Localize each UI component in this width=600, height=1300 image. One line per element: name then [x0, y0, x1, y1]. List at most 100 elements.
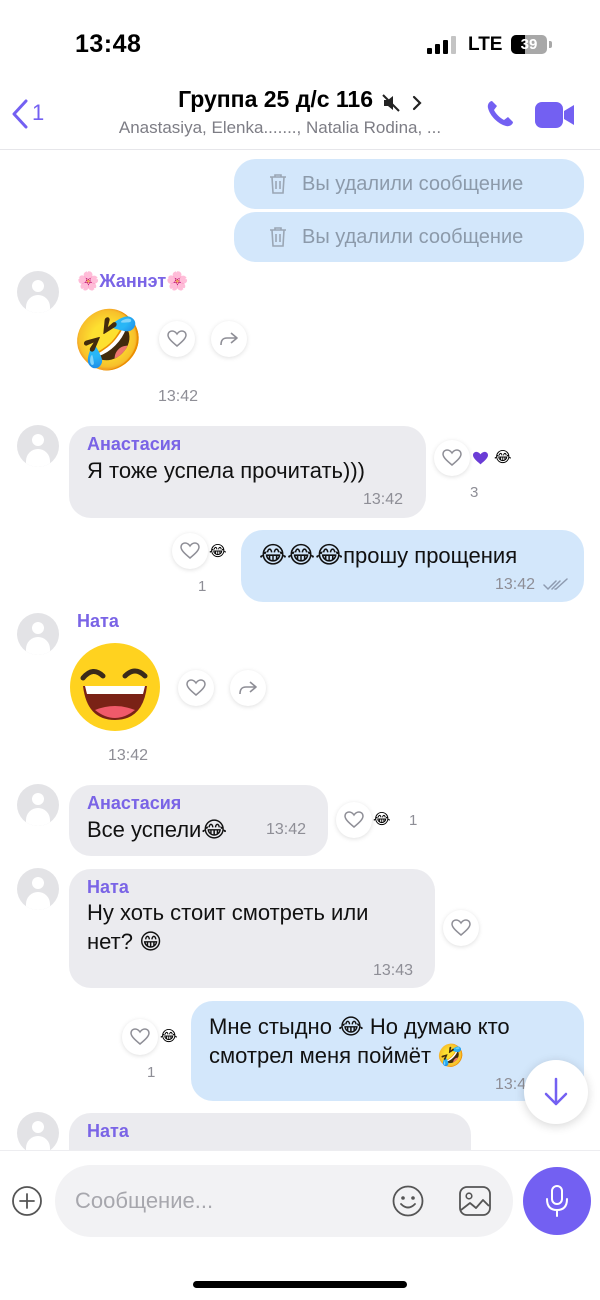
message-time: 13:42 [363, 491, 404, 508]
message-time: 13:43 [373, 962, 414, 979]
heart-icon [180, 542, 200, 559]
message-text: Я тоже успела прочитать))) [87, 458, 365, 483]
message-time: 13:4 [495, 1076, 527, 1093]
chevron-right-icon [412, 95, 422, 110]
message-text: Мне стыдно 😂 Но думаю кто [209, 1012, 510, 1041]
sticker[interactable]: 🤣 [72, 308, 144, 374]
avatar[interactable] [17, 425, 59, 467]
plus-icon [12, 1186, 42, 1216]
microphone-icon [546, 1185, 568, 1217]
avatar[interactable] [17, 868, 59, 910]
message-time: 13:42 [266, 821, 307, 838]
message-input-container[interactable] [55, 1165, 513, 1237]
message-text: нет? 😁 [87, 927, 162, 956]
voice-message-button[interactable] [523, 1167, 591, 1235]
reaction-count: 1 [198, 578, 207, 595]
video-camera-icon [535, 102, 574, 128]
reaction-count: 1 [147, 1064, 156, 1081]
gallery-icon [459, 1186, 491, 1216]
like-button[interactable] [443, 910, 479, 946]
reaction-count: 3 [470, 484, 479, 501]
message-text-content: нет? [87, 929, 133, 954]
partial-message-row: Ната [0, 1108, 600, 1150]
sender-name[interactable]: 🌸Жаннэт🌸 [77, 271, 189, 292]
incoming-message[interactable]: Ната [69, 1113, 471, 1150]
sender-name[interactable]: Ната [87, 877, 129, 898]
signal-strength-icon [427, 36, 457, 54]
deleted-message[interactable]: Вы удалили сообщение [234, 212, 584, 262]
message-emoji: 🤣 [437, 1043, 465, 1068]
message-time: 13:42 [495, 576, 536, 593]
phone-icon [487, 101, 513, 127]
sender-name[interactable]: Анастасия [87, 434, 181, 455]
message-emoji: 😂 [201, 817, 228, 842]
heart-icon [344, 811, 364, 828]
like-button[interactable] [172, 533, 208, 569]
message-text-content: смотрел меня поймёт [209, 1043, 432, 1068]
message-text-content: Но думаю кто [369, 1014, 510, 1039]
arrow-down-icon [544, 1077, 568, 1106]
chat-header: 1 Группа 25 д/с 116 Anastasiya, Elenka..… [0, 80, 600, 150]
status-time: 13:48 [75, 30, 142, 58]
like-button[interactable] [159, 321, 195, 357]
message-emoji: 😁 [139, 929, 163, 954]
like-button[interactable] [336, 802, 372, 838]
trash-icon [270, 174, 286, 194]
heart-icon [186, 679, 206, 696]
battery-tip [549, 41, 552, 48]
deleted-message-text: Вы удалили сообщение [302, 172, 524, 195]
battery-percent: 39 [520, 36, 538, 53]
forward-icon [239, 681, 257, 695]
attach-button[interactable] [11, 1185, 43, 1222]
message-input[interactable] [75, 1185, 375, 1217]
avatar[interactable] [17, 784, 59, 826]
battery-icon: 39 [511, 35, 547, 54]
gallery-button[interactable] [457, 1184, 493, 1223]
sticker-button[interactable] [391, 1184, 425, 1223]
mute-icon [382, 94, 401, 112]
message-emoji: 😂😂😂 [259, 542, 344, 569]
call-button[interactable] [484, 98, 516, 135]
forward-button[interactable] [211, 321, 247, 357]
like-button[interactable] [434, 440, 470, 476]
message-text-content: Все успели [87, 817, 202, 842]
reaction-emoji: 😂 [373, 811, 391, 828]
trash-icon [270, 227, 286, 247]
forward-button[interactable] [230, 670, 266, 706]
incoming-message[interactable]: Ната Ну хоть стоит смотреть или нет? 😁 1… [69, 869, 435, 988]
avatar[interactable] [17, 271, 59, 313]
forward-icon [220, 332, 238, 346]
message-text: 😂😂😂прошу прощения [259, 541, 517, 570]
heart-icon [442, 449, 462, 466]
message-text: Все успели😂 [87, 815, 227, 844]
incoming-message[interactable]: Анастасия Я тоже успела прочитать))) 13:… [69, 426, 426, 518]
message-composer [0, 1150, 600, 1300]
heart-icon [167, 330, 187, 347]
chat-participants: Anastasiya, Elenka......., Natalia Rodin… [118, 118, 442, 137]
status-bar: 13:48 LTE 39 [0, 0, 600, 80]
chat-title[interactable]: Группа 25 д/с 116 [178, 86, 373, 112]
message-text: смотрел меня поймёт 🤣 [209, 1041, 465, 1070]
deleted-message[interactable]: Вы удалили сообщение [234, 159, 584, 209]
video-call-button[interactable] [534, 100, 576, 135]
message-text-content: прошу прощения [343, 543, 518, 568]
scroll-to-bottom-button[interactable] [524, 1060, 588, 1124]
sender-name[interactable]: Анастасия [87, 793, 181, 814]
avatar[interactable] [17, 1112, 59, 1150]
reaction-emoji: 😂 [160, 1028, 178, 1045]
sticker[interactable] [69, 642, 161, 732]
incoming-message[interactable]: Анастасия Все успели😂 13:42 [69, 785, 328, 856]
home-indicator [193, 1281, 407, 1288]
sender-name[interactable]: Ната [77, 611, 119, 632]
avatar[interactable] [17, 613, 59, 655]
sender-name[interactable]: Ната [87, 1121, 129, 1142]
message-time: 13:42 [158, 388, 199, 405]
double-check-icon [543, 578, 568, 591]
outgoing-message[interactable]: 😂😂😂прошу прощения 13:42 [241, 530, 584, 602]
deleted-message-text: Вы удалили сообщение [302, 225, 524, 248]
like-button[interactable] [122, 1019, 158, 1055]
laughing-face-sticker [70, 643, 160, 731]
sticker-icon [392, 1185, 424, 1217]
heart-icon [130, 1028, 150, 1045]
like-button[interactable] [178, 670, 214, 706]
